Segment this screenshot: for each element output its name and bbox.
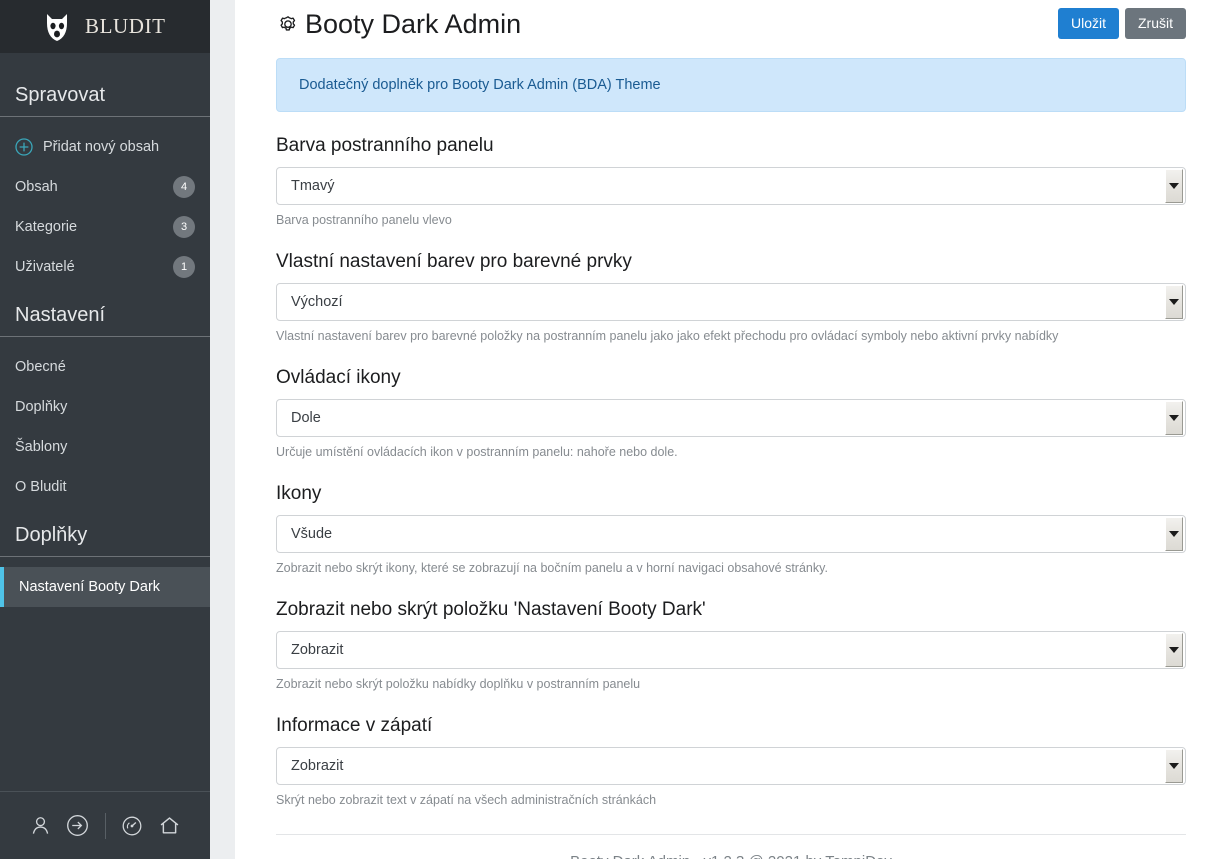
sidebar-item-label: O Bludit (15, 479, 67, 495)
select-custom-colors[interactable]: Výchozí (276, 283, 1186, 321)
page-footer: Booty Dark Admin - v1.2.3 @ 2021 by Tomp… (276, 835, 1186, 859)
sidebar-section-divider (0, 116, 210, 117)
sidebar-item-label: Uživatelé (15, 259, 75, 275)
user-icon[interactable] (22, 806, 59, 846)
info-alert: Dodatečný doplněk pro Booty Dark Admin (… (276, 58, 1186, 112)
field-help: Určuje umístění ovládacích ikon v postra… (276, 445, 678, 459)
select-value: Výchozí (291, 294, 343, 310)
select-value: Dole (291, 410, 321, 426)
sidebar-item-add-content[interactable]: Přidat nový obsah (0, 127, 210, 167)
bludit-dog-logo-icon (42, 11, 72, 43)
plus-circle-icon (15, 138, 33, 156)
sidebar-item-label: Šablony (15, 439, 68, 455)
brand-name: BLUDIT (85, 14, 166, 38)
app-root: BLUDIT Spravovat Přidat nový obsah Obsah… (0, 0, 1227, 859)
chevron-down-icon[interactable] (1165, 517, 1183, 551)
sidebar-item-label: Obecné (15, 359, 66, 375)
sidebar-item-badge: 4 (173, 176, 195, 198)
field-label: Zobrazit nebo skrýt položku 'Nastavení B… (276, 599, 706, 620)
field-group-icons: Ikony Všude Zobrazit nebo skrýt ikony, k… (276, 482, 1186, 576)
sidebar-item-nastaveni-booty-dark[interactable]: Nastavení Booty Dark (0, 567, 210, 607)
field-help: Zobrazit nebo skrýt ikony, které se zobr… (276, 561, 828, 575)
sidebar-item-label: Přidat nový obsah (43, 139, 160, 155)
cancel-button[interactable]: Zrušit (1125, 8, 1186, 39)
field-help: Barva postranního panelu vlevo (276, 213, 452, 227)
sidebar-footer-icons (0, 791, 210, 859)
field-label: Ikony (276, 483, 322, 504)
field-group-sidebar-color: Barva postranního panelu Tmavý Barva pos… (276, 134, 1186, 228)
sidebar-section-spravovat: Spravovat Přidat nový obsah Obsah 4 Kate… (0, 78, 210, 287)
select-control-icons[interactable]: Dole (276, 399, 1186, 437)
select-value: Všude (291, 526, 333, 542)
select-sidebar-color[interactable]: Tmavý (276, 167, 1186, 205)
sidebar-section-divider (0, 556, 210, 557)
sidebar-item-obecne[interactable]: Obecné (0, 347, 210, 387)
logout-arrow-circle-icon[interactable] (59, 806, 96, 846)
chevron-down-icon[interactable] (1165, 285, 1183, 319)
gear-icon (276, 13, 300, 37)
field-label: Barva postranního panelu (276, 135, 494, 156)
select-footer-info[interactable]: Zobrazit (276, 747, 1186, 785)
sidebar-item-obsah[interactable]: Obsah 4 (0, 167, 210, 207)
sidebar-item-o-bludit[interactable]: O Bludit (0, 467, 210, 507)
sidebar-item-sablony[interactable]: Šablony (0, 427, 210, 467)
field-group-footer-info: Informace v zápatí Zobrazit Skrýt nebo z… (276, 714, 1186, 808)
sidebar-item-label: Obsah (15, 179, 58, 195)
field-help: Zobrazit nebo skrýt položku nabídky dopl… (276, 677, 641, 691)
chevron-down-icon[interactable] (1165, 169, 1183, 203)
field-label: Vlastní nastavení barev pro barevné prvk… (276, 251, 632, 272)
select-icons[interactable]: Všude (276, 515, 1186, 553)
chevron-down-icon[interactable] (1165, 633, 1183, 667)
page-title-text: Booty Dark Admin (305, 9, 522, 39)
sidebar-item-badge: 1 (173, 256, 195, 278)
sidebar-scroll: Spravovat Přidat nový obsah Obsah 4 Kate… (0, 53, 210, 791)
select-value: Tmavý (291, 178, 335, 194)
sidebar-section-title: Spravovat (15, 84, 106, 106)
field-group-show-plugin-item: Zobrazit nebo skrýt položku 'Nastavení B… (276, 598, 1186, 692)
field-label: Informace v zápatí (276, 715, 433, 736)
content-panel: Booty Dark Admin Uložit Zrušit Dodatečný… (235, 0, 1227, 859)
sidebar-item-badge: 3 (173, 216, 195, 238)
select-value: Zobrazit (291, 758, 344, 774)
main-area: Booty Dark Admin Uložit Zrušit Dodatečný… (210, 0, 1227, 859)
page-topbar: Booty Dark Admin Uložit Zrušit (276, 0, 1186, 50)
field-group-custom-colors: Vlastní nastavení barev pro barevné prvk… (276, 250, 1186, 344)
sidebar-item-label: Doplňky (15, 399, 68, 415)
sidebar-footer-divider (104, 812, 106, 839)
field-group-control-icons: Ovládací ikony Dole Určuje umístění ovlá… (276, 366, 1186, 460)
sidebar: BLUDIT Spravovat Přidat nový obsah Obsah… (0, 0, 210, 859)
field-label: Ovládací ikony (276, 367, 401, 388)
select-show-plugin-item[interactable]: Zobrazit (276, 631, 1186, 669)
sidebar-item-doplnky[interactable]: Doplňky (0, 387, 210, 427)
field-help: Skrýt nebo zobrazit text v zápatí na vše… (276, 793, 657, 807)
sidebar-section-title: Nastavení (15, 304, 106, 326)
field-help: Vlastní nastavení barev pro barevné polo… (276, 329, 1059, 343)
select-value: Zobrazit (291, 642, 344, 658)
sidebar-section-nastaveni: Nastavení Obecné Doplňky Šablony O Bludi… (0, 298, 210, 507)
sidebar-section-title: Doplňky (15, 524, 88, 546)
sidebar-section-divider (0, 336, 210, 337)
sidebar-item-uzivatele[interactable]: Uživatelé 1 (0, 247, 210, 287)
page-title: Booty Dark Admin (276, 4, 521, 44)
home-icon[interactable] (151, 806, 188, 846)
chevron-down-icon[interactable] (1165, 749, 1183, 783)
sidebar-item-kategorie[interactable]: Kategorie 3 (0, 207, 210, 247)
sidebar-item-label: Nastavení Booty Dark (19, 579, 161, 595)
dashboard-gauge-circle-icon[interactable] (113, 806, 150, 846)
sidebar-section-doplnky: Doplňky Nastavení Booty Dark (0, 518, 210, 607)
chevron-down-icon[interactable] (1165, 401, 1183, 435)
sidebar-item-label: Kategorie (15, 219, 78, 235)
save-button[interactable]: Uložit (1057, 8, 1119, 39)
page-actions: Uložit Zrušit (1057, 4, 1186, 39)
brand-header[interactable]: BLUDIT (0, 0, 210, 53)
page-footer-text: Booty Dark Admin - v1.2.3 @ 2021 by Tomp… (276, 853, 1186, 859)
